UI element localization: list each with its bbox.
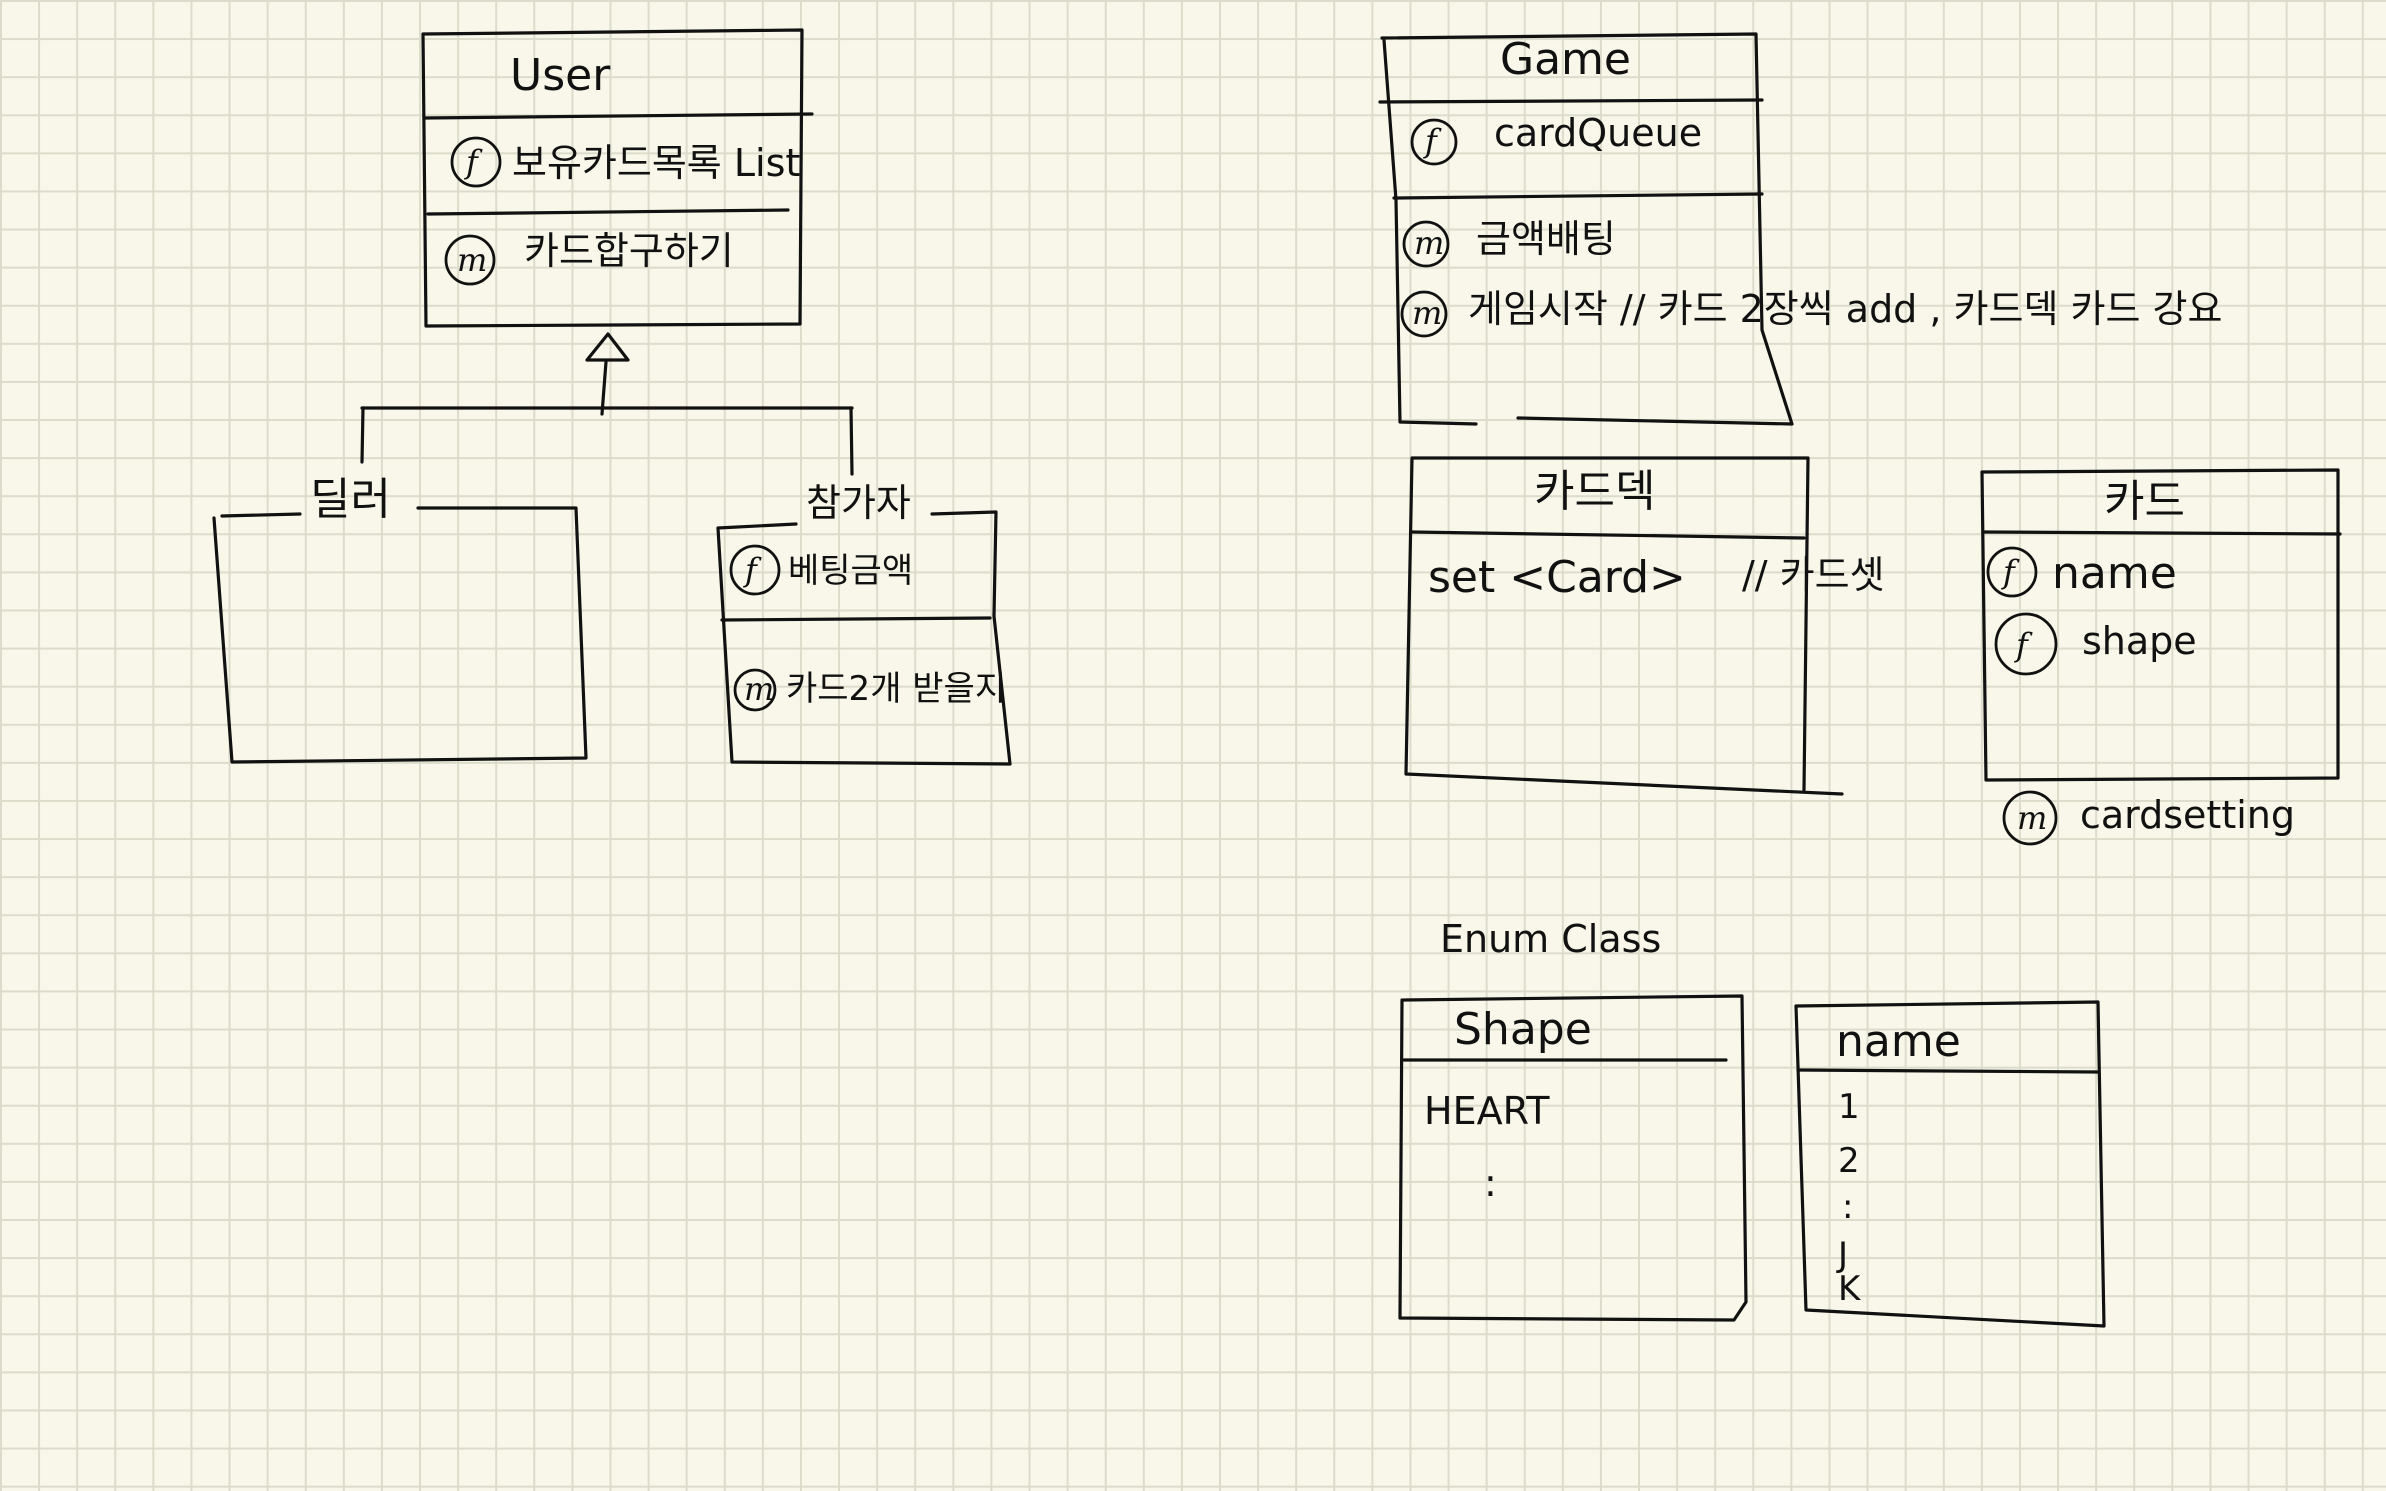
game-method2-text: 게임시작 // 카드 2장씩 add , 카드덱 카드 강요 <box>1468 287 2222 331</box>
game-field-badge-icon: f <box>1410 118 1458 166</box>
player-field-badge-icon: f <box>729 544 781 596</box>
card-class-title: 카드 <box>2104 476 2185 527</box>
user-class-divider-fields <box>426 208 790 216</box>
shape-enum: Shape HEART : <box>1398 994 1748 1322</box>
user-method-text: 카드합구하기 <box>524 229 734 273</box>
uml-sketch: User f 보유카드목록 List m 카드합구하기 딜러 참가자 f 베팅금… <box>212 28 2342 1328</box>
dealer-class: 딜러 <box>212 474 588 764</box>
user-class: User f 보유카드목록 List m 카드합구하기 <box>421 28 814 328</box>
player-class-divider <box>720 616 992 622</box>
player-class-title: 참가자 <box>806 481 911 525</box>
user-field-badge-icon: f <box>450 136 502 188</box>
inheritance-right-drop <box>849 406 854 476</box>
svg-text:m: m <box>744 670 774 708</box>
svg-text:m: m <box>2017 799 2047 837</box>
user-field-text: 보유카드목록 List <box>512 141 800 185</box>
deck-class: 카드덱 set <Card> // 카드셋 <box>1404 456 1885 796</box>
dealer-class-box <box>212 506 588 764</box>
game-method1-text: 금액배팅 <box>1476 217 1616 261</box>
deck-field-comment: // 카드셋 <box>1742 553 1885 597</box>
card-field2-badge-icon: f <box>1994 612 2058 676</box>
user-class-title: User <box>510 50 611 101</box>
inheritance-trunk <box>600 360 608 416</box>
user-method-badge-icon: m <box>444 234 496 286</box>
game-class-divider-title <box>1378 98 1764 104</box>
inheritance-connector <box>360 332 854 476</box>
shape-enum-title: Shape <box>1454 1004 1592 1055</box>
player-method-badge-icon: m <box>733 668 777 712</box>
svg-text:f: f <box>743 551 762 589</box>
shape-enum-value: HEART <box>1424 1089 1550 1133</box>
name-enum-title: name <box>1836 1016 1961 1067</box>
svg-text:m: m <box>1414 224 1444 262</box>
name-enum-value: K <box>1838 1269 1862 1309</box>
player-field-text: 베팅금액 <box>788 551 913 591</box>
game-field-text: cardQueue <box>1494 111 1702 155</box>
player-method-text: 카드2개 받을지 <box>786 669 1006 709</box>
player-class-box <box>716 510 1012 766</box>
card-field1-badge-icon: f <box>1986 546 2038 598</box>
game-method1-badge-icon: m <box>1402 220 1450 268</box>
game-class-divider-fields <box>1392 192 1764 200</box>
card-field1-text: name <box>2052 548 2177 599</box>
player-class: 참가자 f 베팅금액 m 카드2개 받을지 <box>716 481 1012 766</box>
svg-text:f: f <box>1423 122 1442 160</box>
name-enum-value: 1 <box>1838 1087 1860 1127</box>
name-enum-value: 2 <box>1838 1141 1860 1181</box>
deck-class-divider <box>1410 530 1806 540</box>
game-class-title: Game <box>1500 34 1631 85</box>
card-class-divider <box>1982 530 2342 536</box>
user-class-divider-title <box>423 112 814 120</box>
name-enum-divider <box>1796 1068 2100 1074</box>
deck-class-title: 카드덱 <box>1534 466 1655 517</box>
game-class: Game f cardQueue m 금액배팅 m 게임시작 // 카드 2장씩… <box>1378 32 2222 426</box>
enum-section-label: Enum Class <box>1440 917 1661 961</box>
card-field2-text: shape <box>2082 619 2197 663</box>
deck-field-text: set <Card> <box>1428 552 1686 603</box>
name-enum-value: : <box>1842 1187 1853 1227</box>
svg-text:f: f <box>464 143 483 181</box>
shape-enum-value: : <box>1484 1161 1497 1205</box>
svg-text:f: f <box>2014 626 2033 664</box>
name-enum: name 1 2 : J K <box>1794 1000 2106 1328</box>
card-class: 카드 f name f shape m cardsetting <box>1980 468 2342 846</box>
svg-text:m: m <box>1412 294 1442 332</box>
svg-text:f: f <box>2001 553 2020 591</box>
game-method2-badge-icon: m <box>1400 290 1448 338</box>
dealer-class-title: 딜러 <box>310 474 391 525</box>
svg-text:m: m <box>457 241 487 279</box>
card-method-badge-icon: m <box>2002 790 2058 846</box>
card-method-text: cardsetting <box>2080 793 2295 837</box>
inheritance-left-drop <box>360 406 365 464</box>
inheritance-arrowhead-icon <box>585 332 630 362</box>
